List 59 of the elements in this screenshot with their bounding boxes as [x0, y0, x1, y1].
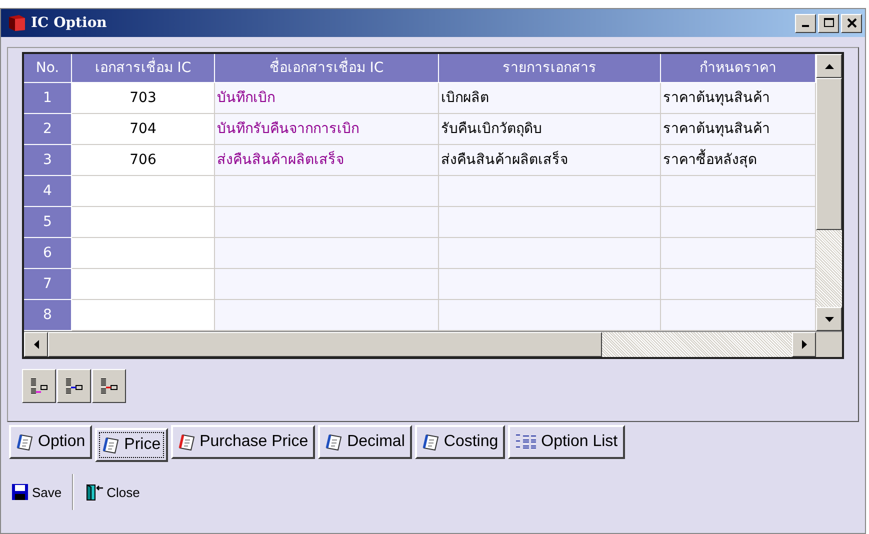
column-header[interactable]: กำหนดราคา — [661, 54, 816, 83]
tab[interactable]: Option — [9, 425, 92, 459]
notepad-icon — [422, 433, 440, 451]
table-cell: ราคาซื้อหลังสุด — [661, 145, 816, 176]
column-header[interactable]: No. — [24, 54, 72, 83]
row-number: 5 — [24, 207, 72, 238]
list-icon — [515, 433, 538, 451]
column-tool-button[interactable] — [92, 369, 126, 403]
door-exit-icon — [84, 483, 104, 501]
column-list-icon — [99, 377, 119, 395]
maximize-button[interactable] — [818, 14, 839, 32]
notepad-icon — [178, 433, 196, 451]
vertical-scrollbar[interactable] — [816, 54, 842, 331]
maximize-icon — [824, 18, 834, 28]
notepad-icon — [16, 433, 34, 451]
save-button[interactable]: Save — [9, 479, 64, 505]
notepad-icon — [325, 433, 344, 451]
tab[interactable]: Option List — [508, 425, 625, 459]
row-number: 8 — [24, 300, 72, 331]
table-cell: บันทึกเบิก — [215, 83, 439, 114]
column-header[interactable]: ชื่อเอกสารเชื่อม IC — [215, 54, 439, 83]
close-button[interactable]: Close — [82, 479, 142, 505]
row-number: 3 — [24, 145, 72, 176]
column-header[interactable]: เอกสารเชื่อม IC — [72, 54, 215, 83]
row-number: 2 — [24, 114, 72, 145]
left-arrow-icon[interactable] — [34, 340, 38, 349]
table-cell: 704 — [72, 114, 215, 145]
table-cell: รับคืนเบิกวัตถุดิบ — [439, 114, 661, 145]
row-number: 4 — [24, 176, 72, 207]
up-arrow-icon[interactable] — [824, 64, 834, 68]
tab[interactable]: Price — [95, 428, 168, 462]
notepad-icon — [102, 436, 120, 454]
column-list-icon — [64, 377, 84, 395]
close-button[interactable] — [841, 14, 862, 32]
table-cell: บันทึกรับคืนจากการเบิก — [215, 114, 439, 145]
tab[interactable]: Purchase Price — [170, 425, 316, 459]
table-cell: ส่งคืนสินค้าผลิตเสร็จ — [439, 145, 661, 176]
tab[interactable]: Decimal — [318, 425, 412, 459]
table-cell: 706 — [72, 145, 215, 176]
table-cell: ราคาต้นทุนสินค้า — [661, 114, 816, 145]
table-cell: ราคาต้นทุนสินค้า — [661, 83, 816, 114]
close-icon — [846, 18, 856, 28]
right-arrow-icon[interactable] — [802, 340, 806, 349]
column-list-icon — [29, 377, 49, 395]
table-cell: เบิกผลิต — [439, 83, 661, 114]
horizontal-scrollbar[interactable] — [24, 331, 842, 357]
table-cell: ส่งคืนสินค้าผลิตเสร็จ — [215, 145, 439, 176]
column-tool-button[interactable] — [57, 369, 91, 403]
row-number: 7 — [24, 269, 72, 300]
row-number: 6 — [24, 238, 72, 269]
column-tool-button[interactable] — [22, 369, 56, 403]
column-header[interactable]: รายการเอกสาร — [439, 54, 661, 83]
table-cell: 703 — [72, 83, 215, 114]
minimize-button[interactable] — [795, 14, 816, 32]
tab[interactable]: Costing — [414, 425, 506, 459]
window-title: IC Option — [31, 15, 107, 31]
row-number: 1 — [24, 83, 72, 114]
down-arrow-icon[interactable] — [824, 316, 834, 322]
minimize-icon — [802, 25, 809, 27]
